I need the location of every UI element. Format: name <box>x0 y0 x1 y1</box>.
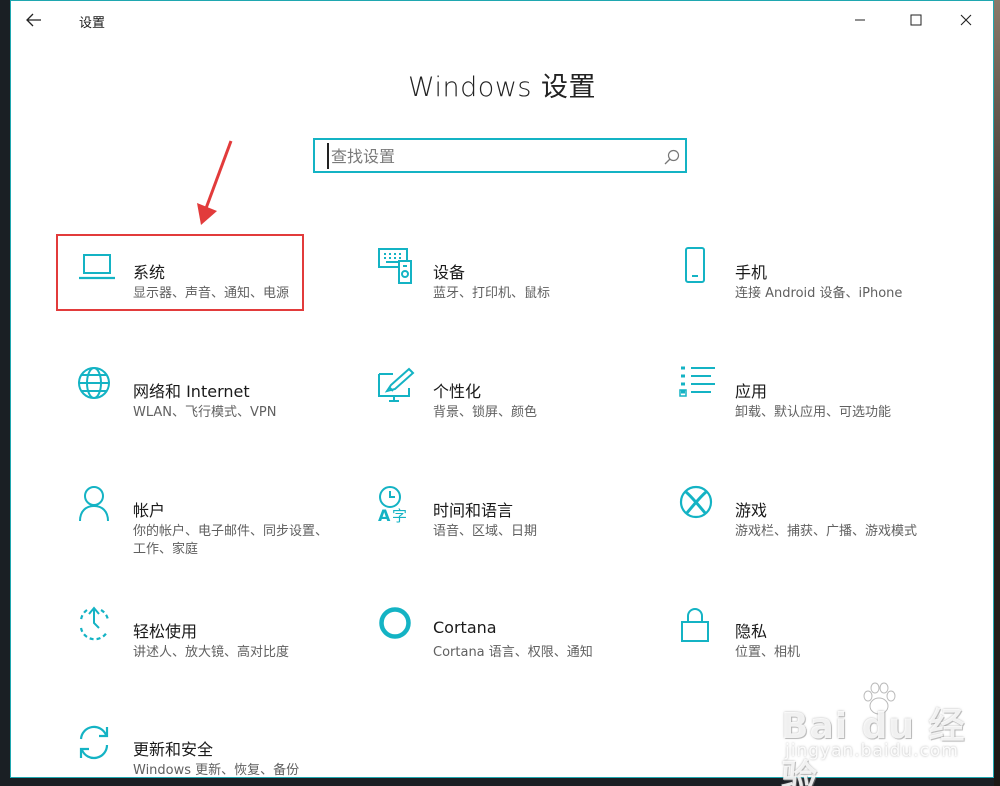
settings-tile-apps[interactable]: 应用 卸载、默认应用、可选功能 <box>679 366 959 446</box>
personalization-icon <box>378 367 415 402</box>
tile-name: 时间和语言 <box>433 501 514 520</box>
tile-name: 个性化 <box>433 382 482 401</box>
tile-name: Cortana <box>433 618 497 637</box>
maximize-button[interactable] <box>893 1 939 39</box>
settings-tile-privacy[interactable]: 隐私 位置、相机 <box>679 606 959 686</box>
settings-tile-gaming[interactable]: 游戏 游戏栏、捕获、广播、游戏模式 <box>679 485 959 565</box>
tile-name: 隐私 <box>735 622 768 641</box>
tile-name: 手机 <box>735 263 768 282</box>
settings-window: 设置 Windows 设置 系统 显示器 <box>10 0 994 786</box>
baidu-watermark: Bai du 经验 jingyan.baidu.com <box>781 682 991 786</box>
xbox-icon <box>679 485 713 519</box>
desktop-background <box>994 0 1000 786</box>
settings-tile-phone[interactable]: 手机 连接 Android 设备、iPhone <box>679 247 959 327</box>
annotation-arrow-icon <box>197 140 233 225</box>
close-button[interactable] <box>943 1 989 39</box>
apps-list-icon <box>679 366 715 397</box>
settings-tile-time-language[interactable]: A 字 时间和语言 语音、区域、日期 <box>377 485 657 565</box>
highlight-box <box>56 234 304 311</box>
back-arrow-icon <box>26 13 41 27</box>
tile-desc: 背景、锁屏、颜色 <box>433 405 538 420</box>
tile-desc: 游戏栏、捕获、广播、游戏模式 <box>735 524 918 539</box>
time-language-icon: A 字 <box>378 486 407 525</box>
devices-icon <box>378 248 412 284</box>
settings-tile-network[interactable]: 网络和 Internet WLAN、飞行模式、VPN <box>77 366 357 446</box>
lock-icon <box>681 608 709 642</box>
window-title: 设置 <box>79 16 106 31</box>
tile-name: 应用 <box>735 382 768 401</box>
phone-icon <box>685 247 705 283</box>
tile-name: 设备 <box>433 263 466 282</box>
tile-desc: Windows 更新、恢复、备份 <box>133 763 300 778</box>
tile-name: 游戏 <box>735 501 768 520</box>
tile-name: 轻松使用 <box>133 622 198 641</box>
tile-desc: WLAN、飞行模式、VPN <box>133 405 277 420</box>
globe-icon <box>78 367 110 399</box>
tile-desc: 卸载、默认应用、可选功能 <box>735 405 892 420</box>
tile-name: 更新和安全 <box>133 740 214 759</box>
tile-desc: 位置、相机 <box>735 645 801 660</box>
svg-text:A: A <box>378 506 391 525</box>
tile-desc: 蓝牙、打印机、鼠标 <box>433 286 551 301</box>
title-bar: 设置 <box>11 1 993 39</box>
maximize-icon <box>910 14 922 26</box>
settings-tile-cortana[interactable]: Cortana Cortana 语言、权限、通知 <box>377 606 657 686</box>
settings-tile-update-security[interactable]: 更新和安全 Windows 更新、恢复、备份 <box>77 724 357 786</box>
cortana-icon <box>379 607 411 639</box>
sync-icon <box>79 725 109 760</box>
tile-desc: 你的帐户、电子邮件、同步设置、工作、家庭 <box>133 524 329 557</box>
minimize-icon <box>855 19 865 21</box>
page-title: Windows 设置 <box>407 72 597 103</box>
tile-desc: 连接 Android 设备、iPhone <box>735 286 903 301</box>
minimize-button[interactable] <box>837 1 883 39</box>
tile-desc: 讲述人、放大镜、高对比度 <box>133 645 290 660</box>
svg-text:字: 字 <box>392 507 407 525</box>
settings-tile-ease-of-access[interactable]: 轻松使用 讲述人、放大镜、高对比度 <box>77 606 357 686</box>
settings-tile-devices[interactable]: 设备 蓝牙、打印机、鼠标 <box>377 247 657 327</box>
person-icon <box>79 486 109 522</box>
close-icon <box>960 14 972 26</box>
ease-of-access-icon <box>79 606 110 641</box>
search-box[interactable] <box>313 138 687 173</box>
tile-desc: Cortana 语言、权限、通知 <box>433 645 593 660</box>
tile-desc: 语音、区域、日期 <box>433 524 538 539</box>
settings-tile-accounts[interactable]: 帐户 你的帐户、电子邮件、同步设置、工作、家庭 <box>77 485 357 565</box>
tile-name: 网络和 Internet <box>133 382 250 401</box>
search-icon[interactable] <box>663 148 681 166</box>
tile-name: 帐户 <box>133 501 166 520</box>
search-input[interactable] <box>327 143 647 169</box>
settings-tile-personalization[interactable]: 个性化 背景、锁屏、颜色 <box>377 366 657 446</box>
back-button[interactable] <box>11 1 57 39</box>
watermark-url: jingyan.baidu.com <box>785 741 959 761</box>
